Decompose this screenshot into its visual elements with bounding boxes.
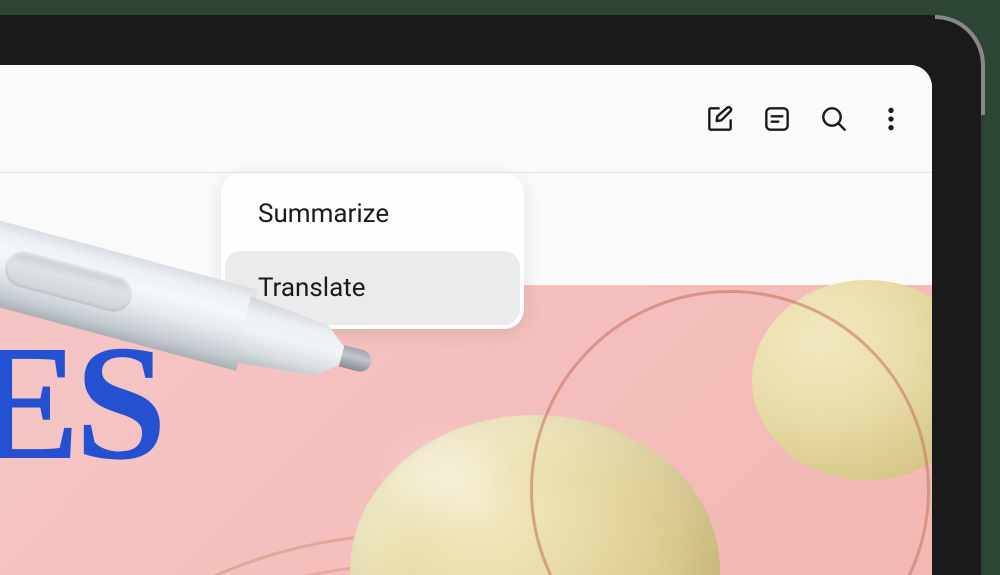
search-icon xyxy=(818,103,850,135)
search-button[interactable] xyxy=(816,101,852,137)
edit-icon xyxy=(704,103,736,135)
stylus-tip-point xyxy=(339,345,374,374)
more-vertical-icon xyxy=(875,103,907,135)
more-button[interactable] xyxy=(873,101,909,137)
menu-item-summarize[interactable]: Summarize xyxy=(225,177,520,251)
reader-icon xyxy=(761,103,793,135)
reader-button[interactable] xyxy=(759,101,795,137)
edit-button[interactable] xyxy=(702,101,738,137)
app-toolbar xyxy=(0,65,932,173)
